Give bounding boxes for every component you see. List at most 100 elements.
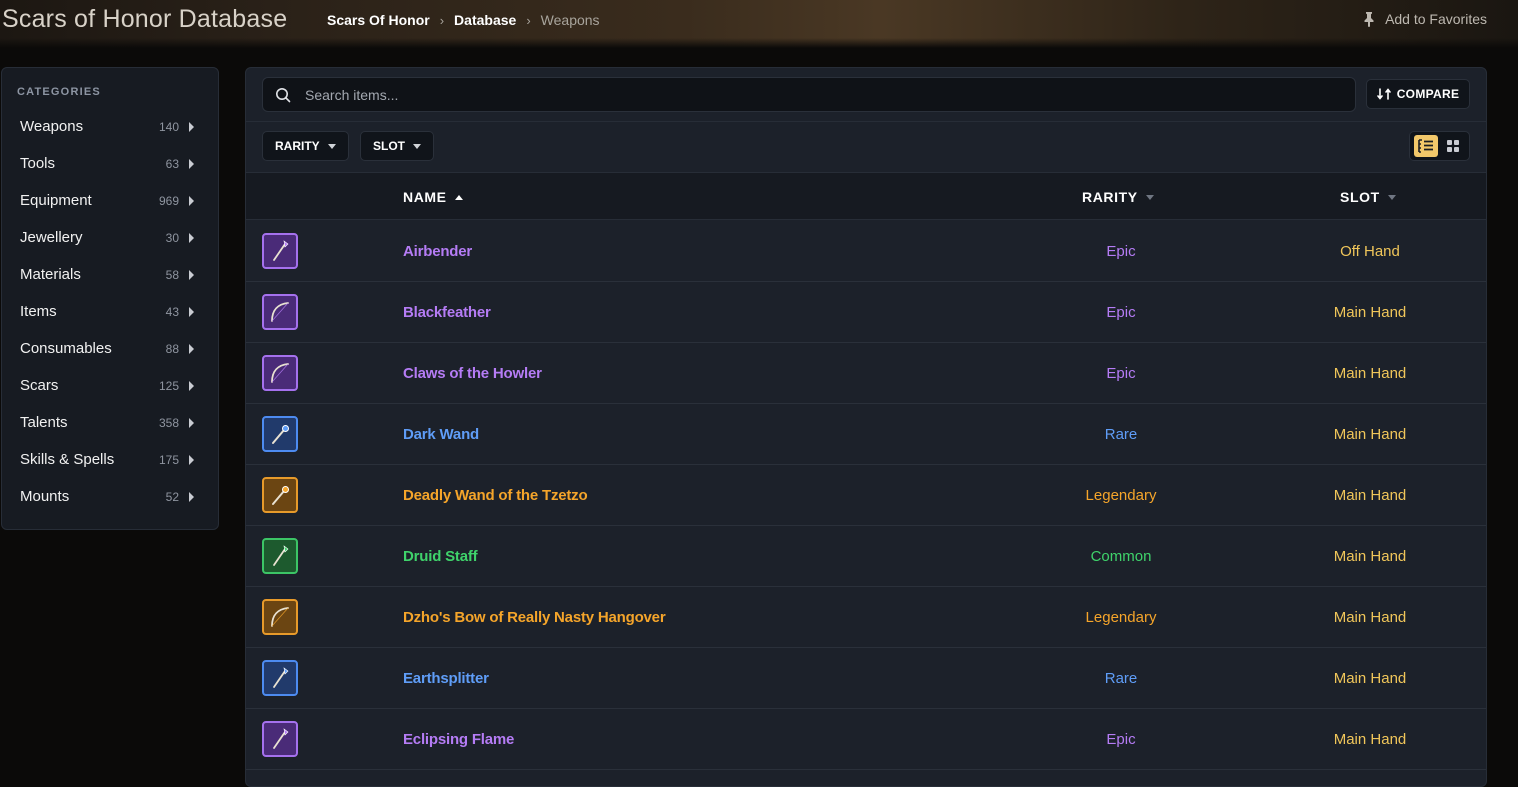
view-toggle — [1409, 131, 1470, 161]
search-input[interactable] — [303, 85, 1355, 104]
compare-button[interactable]: COMPARE — [1366, 79, 1470, 109]
table-row[interactable]: Dzho's Bow of Really Nasty Hangover Legen… — [246, 587, 1486, 648]
item-name-link[interactable]: Dzho's Bow of Really Nasty Hangover — [403, 609, 666, 626]
item-slot: Main Hand — [1333, 548, 1407, 565]
wand-icon — [272, 486, 289, 505]
staff-icon — [273, 667, 289, 688]
item-name-link[interactable]: Airbender — [403, 243, 472, 260]
sidebar-item-label: Weapons — [20, 118, 84, 135]
categories-title: CATEGORIES — [17, 86, 101, 98]
chevron-right-icon — [189, 417, 194, 428]
item-name-link[interactable]: Dark Wand — [403, 426, 479, 443]
item-name-link[interactable]: Eclipsing Flame — [403, 731, 514, 748]
slot-filter-label: SLOT — [373, 139, 405, 153]
item-rarity: Epic — [1106, 365, 1136, 382]
item-icon[interactable] — [262, 355, 298, 391]
table-row[interactable]: Deadly Wand of the Tzetzo Legendary Main H… — [246, 465, 1486, 526]
sidebar-item-count: 140 — [158, 119, 179, 134]
breadcrumb-scars-of-honor[interactable]: Scars Of Honor — [327, 12, 430, 28]
wand-icon — [272, 425, 289, 444]
sidebar-item-count: 58 — [165, 267, 179, 282]
sidebar-item-talents[interactable]: Talents 358 — [2, 404, 218, 441]
bow-icon — [271, 607, 289, 627]
sidebar-item-scars[interactable]: Scars 125 — [2, 367, 218, 404]
item-icon[interactable] — [262, 294, 298, 330]
toolbar-divider — [246, 121, 1486, 122]
sidebar-item-tools[interactable]: Tools 63 — [2, 145, 218, 182]
item-slot: Main Hand — [1333, 609, 1407, 626]
grid-view-button[interactable] — [1441, 135, 1465, 157]
staff-icon — [273, 240, 289, 261]
item-rarity: Rare — [1104, 670, 1138, 687]
table-row[interactable]: Druid Staff Common Main Hand — [246, 526, 1486, 587]
staff-icon — [273, 545, 289, 566]
swap-icon — [1376, 88, 1391, 100]
sidebar-item-label: Talents — [20, 414, 68, 431]
table-row[interactable]: Airbender Epic Off Hand — [246, 221, 1486, 282]
chevron-right-icon — [189, 491, 194, 502]
item-name-link[interactable]: Blackfeather — [403, 304, 491, 321]
sidebar-item-count: 63 — [165, 156, 179, 171]
item-icon[interactable] — [262, 477, 298, 513]
item-icon[interactable] — [262, 233, 298, 269]
breadcrumb: Scars Of Honor › Database › Weapons — [327, 12, 600, 28]
column-name-label: NAME — [403, 189, 447, 205]
item-slot: Main Hand — [1333, 487, 1407, 504]
sort-ascending-icon — [454, 194, 463, 200]
item-slot: Off Hand — [1340, 243, 1400, 260]
item-name-link[interactable]: Claws of the Howler — [403, 365, 542, 382]
sidebar-item-items[interactable]: Items 43 — [2, 293, 218, 330]
sidebar-item-mounts[interactable]: Mounts 52 — [2, 478, 218, 515]
breadcrumb-database[interactable]: Database — [454, 12, 516, 28]
items-panel: COMPARE RARITY SLOT NAME — [245, 67, 1487, 787]
item-name-link[interactable]: Druid Staff — [403, 548, 478, 565]
chevron-right-icon — [189, 195, 194, 206]
item-icon[interactable] — [262, 660, 298, 696]
item-slot: Main Hand — [1333, 426, 1407, 443]
item-icon[interactable] — [262, 538, 298, 574]
item-name-link[interactable]: Deadly Wand of the Tzetzo — [403, 487, 588, 504]
column-header-rarity[interactable]: RARITY — [1082, 189, 1154, 205]
slot-filter-dropdown[interactable]: SLOT — [360, 131, 434, 161]
sidebar-item-label: Equipment — [20, 192, 92, 209]
item-rarity: Rare — [1104, 426, 1138, 443]
table-row[interactable]: Eclipsing Flame Epic Main Hand — [246, 709, 1486, 770]
column-header-name[interactable]: NAME — [403, 189, 463, 205]
chevron-right-icon: › — [439, 12, 445, 28]
item-icon[interactable] — [262, 721, 298, 757]
column-slot-label: SLOT — [1340, 189, 1380, 205]
sidebar-item-jewellery[interactable]: Jewellery 30 — [2, 219, 218, 256]
sort-icon — [1387, 194, 1396, 200]
favorites-label: Add to Favorites — [1385, 11, 1487, 27]
sidebar-item-label: Scars — [20, 377, 59, 394]
add-to-favorites-button[interactable]: Add to Favorites — [1362, 11, 1487, 27]
item-icon[interactable] — [262, 599, 298, 635]
chevron-right-icon — [189, 343, 194, 354]
column-header-slot[interactable]: SLOT — [1340, 189, 1396, 205]
sidebar-item-weapons[interactable]: Weapons 140 — [2, 108, 218, 145]
search-box[interactable] — [262, 77, 1356, 112]
sidebar-item-skills-spells[interactable]: Skills & Spells 175 — [2, 441, 218, 478]
rarity-filter-dropdown[interactable]: RARITY — [262, 131, 349, 161]
table-row[interactable]: Dark Wand Rare Main Hand — [246, 404, 1486, 465]
table-row[interactable]: Claws of the Howler Epic Main Hand — [246, 343, 1486, 404]
list-view-button[interactable] — [1414, 135, 1439, 157]
sort-icon — [1145, 194, 1154, 200]
table-row[interactable]: Blackfeather Epic Main Hand — [246, 282, 1486, 343]
search-icon — [276, 87, 291, 102]
list-view-icon — [1418, 139, 1434, 153]
bow-icon — [271, 363, 289, 383]
item-rarity: Common — [1090, 548, 1152, 565]
table-header: NAME RARITY SLOT — [246, 172, 1486, 220]
chevron-right-icon: › — [526, 12, 531, 28]
sidebar-item-equipment[interactable]: Equipment 969 — [2, 182, 218, 219]
item-name-link[interactable]: Earthsplitter — [403, 670, 489, 687]
chevron-right-icon — [189, 380, 194, 391]
sidebar-item-label: Mounts — [20, 488, 70, 505]
item-rarity: Epic — [1106, 304, 1136, 321]
table-row[interactable]: Earthsplitter Rare Main Hand — [246, 648, 1486, 709]
item-icon[interactable] — [262, 416, 298, 452]
site-title[interactable]: Scars of Honor Database — [2, 5, 287, 34]
sidebar-item-materials[interactable]: Materials 58 — [2, 256, 218, 293]
sidebar-item-consumables[interactable]: Consumables 88 — [2, 330, 218, 367]
